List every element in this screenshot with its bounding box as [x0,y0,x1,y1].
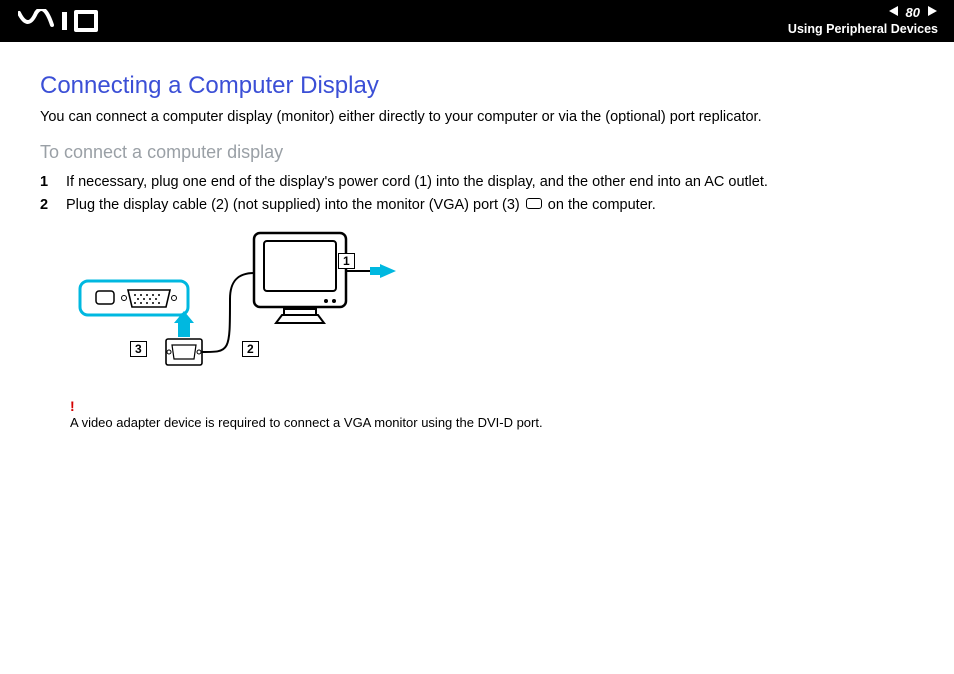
intro-text: You can connect a computer display (moni… [40,108,914,128]
step-number: 1 [40,171,66,194]
page-nav: 80 [788,4,938,20]
step-text: If necessary, plug one end of the displa… [66,171,768,194]
warning-icon: ! [70,399,914,413]
section-label: Using Peripheral Devices [788,22,938,36]
page-content: Connecting a Computer Display You can co… [0,42,954,432]
sub-heading: To connect a computer display [40,142,914,163]
callout-2: 2 [242,341,259,357]
step-number: 2 [40,194,66,217]
vga-port-icon [526,198,542,209]
callout-3: 3 [130,341,147,357]
callout-1: 1 [338,253,355,269]
step-text: Plug the display cable (2) (not supplied… [66,194,656,217]
header-bar: 80 Using Peripheral Devices [0,0,954,42]
step-item: 2 Plug the display cable (2) (not suppli… [40,194,914,217]
page-title: Connecting a Computer Display [40,72,914,100]
step-item: 1 If necessary, plug one end of the disp… [40,171,914,194]
page-number: 80 [906,5,920,20]
vaio-logo [18,9,128,38]
warning-note: ! A video adapter device is required to … [70,399,914,432]
next-page-arrow[interactable] [926,5,938,20]
warning-text: A video adapter device is required to co… [70,415,914,432]
connection-diagram: 1 2 3 [70,231,400,381]
prev-page-arrow[interactable] [888,5,900,20]
steps-list: 1 If necessary, plug one end of the disp… [40,171,914,217]
